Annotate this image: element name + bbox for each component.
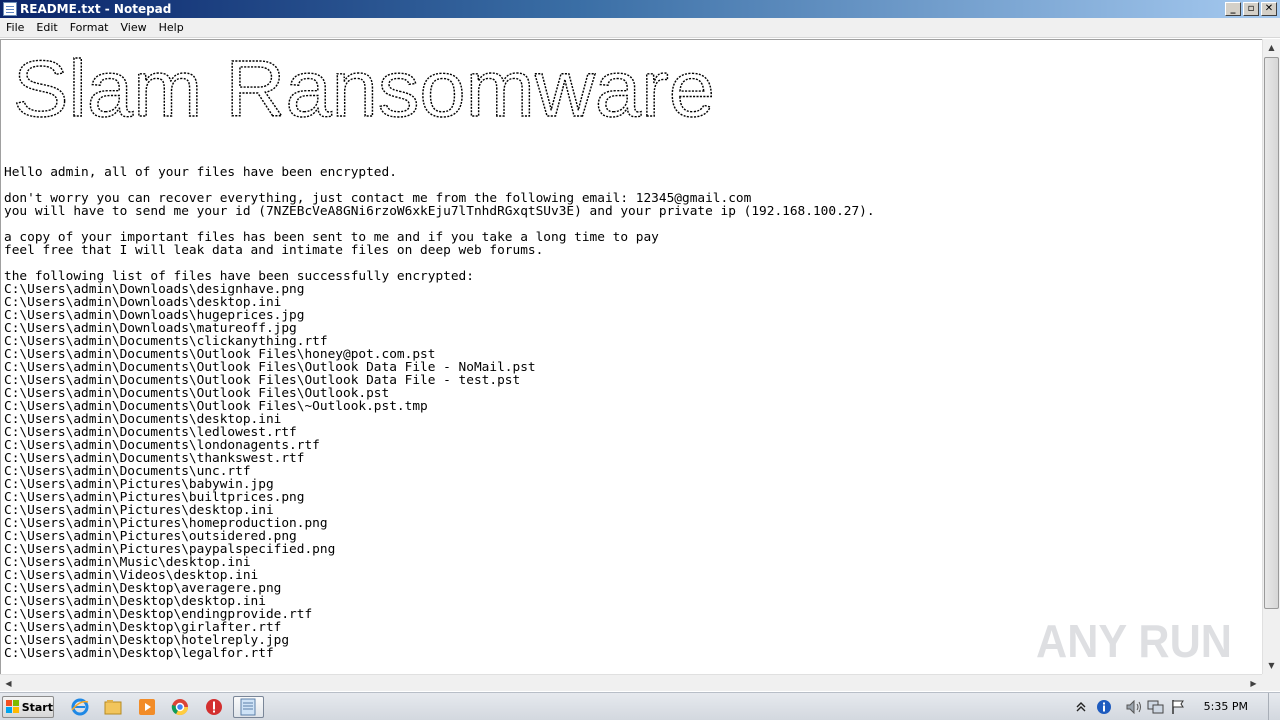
notepad-taskbar-icon [240, 698, 256, 716]
start-label: Start [21, 700, 53, 714]
taskbar-notepad-button[interactable] [233, 696, 264, 718]
menu-view[interactable]: View [115, 21, 153, 34]
start-button[interactable]: Start [2, 696, 54, 718]
watermark-text: ANY RUN [1036, 615, 1232, 667]
menu-file[interactable]: File [0, 21, 30, 34]
windows-logo-icon [6, 700, 19, 714]
show-desktop-button[interactable] [1268, 693, 1280, 720]
size-grip[interactable] [1262, 674, 1280, 691]
ascii-banner: Slam Ransomware [13, 54, 716, 124]
taskbar: Start 5:35 PM [0, 692, 1280, 720]
info-icon[interactable] [1096, 699, 1112, 715]
system-tray [1074, 693, 1280, 720]
scroll-right-arrow-icon[interactable]: ▶ [1245, 675, 1262, 691]
menu-edit[interactable]: Edit [30, 21, 63, 34]
minimize-button[interactable]: _ [1225, 2, 1241, 16]
scroll-left-arrow-icon[interactable]: ◀ [0, 675, 17, 691]
horizontal-scrollbar[interactable]: ◀ ▶ [0, 674, 1262, 691]
chrome-icon[interactable] [170, 697, 190, 717]
document-line: feel free that I will leak data and inti… [4, 243, 544, 258]
text-editor[interactable]: Slam Ransomware Hello admin, all of your… [0, 39, 1262, 674]
volume-icon[interactable] [1126, 700, 1144, 714]
document-line: C:\Users\admin\Desktop\legalfor.rtf [4, 646, 274, 661]
vertical-scrollbar[interactable]: ▲ ▼ [1262, 39, 1280, 674]
title-bar[interactable]: README.txt - Notepad _ ▫ ✕ [0, 0, 1280, 18]
scroll-down-arrow-icon[interactable]: ▼ [1263, 657, 1280, 674]
action-center-flag-icon[interactable] [1170, 699, 1186, 715]
clock[interactable]: 5:35 PM [1204, 700, 1248, 713]
close-button[interactable]: ✕ [1261, 2, 1277, 16]
document-line: you will have to send me your id (7NZEBc… [4, 204, 875, 219]
window-controls: _ ▫ ✕ [1225, 2, 1277, 16]
media-player-icon[interactable] [137, 697, 157, 717]
document-line: Hello admin, all of your files have been… [4, 165, 397, 180]
maximize-button[interactable]: ▫ [1243, 2, 1259, 16]
scroll-thumb[interactable] [1264, 57, 1279, 609]
menu-bar: File Edit Format View Help [0, 18, 1280, 38]
show-hidden-icons-icon[interactable] [1076, 701, 1086, 713]
file-explorer-icon[interactable] [103, 697, 123, 717]
document-text: Hello admin, all of your files have been… [4, 166, 875, 660]
network-icon[interactable] [1147, 699, 1165, 715]
internet-explorer-icon[interactable] [70, 697, 90, 717]
scroll-up-arrow-icon[interactable]: ▲ [1263, 39, 1280, 56]
window-title: README.txt - Notepad [20, 2, 172, 16]
watermark-logo: ANY RUN [1036, 615, 1232, 667]
security-alert-icon[interactable] [204, 697, 224, 717]
banner-text: Slam Ransomware [13, 54, 715, 124]
menu-help[interactable]: Help [153, 21, 190, 34]
menu-format[interactable]: Format [64, 21, 115, 34]
notepad-icon [3, 2, 17, 16]
